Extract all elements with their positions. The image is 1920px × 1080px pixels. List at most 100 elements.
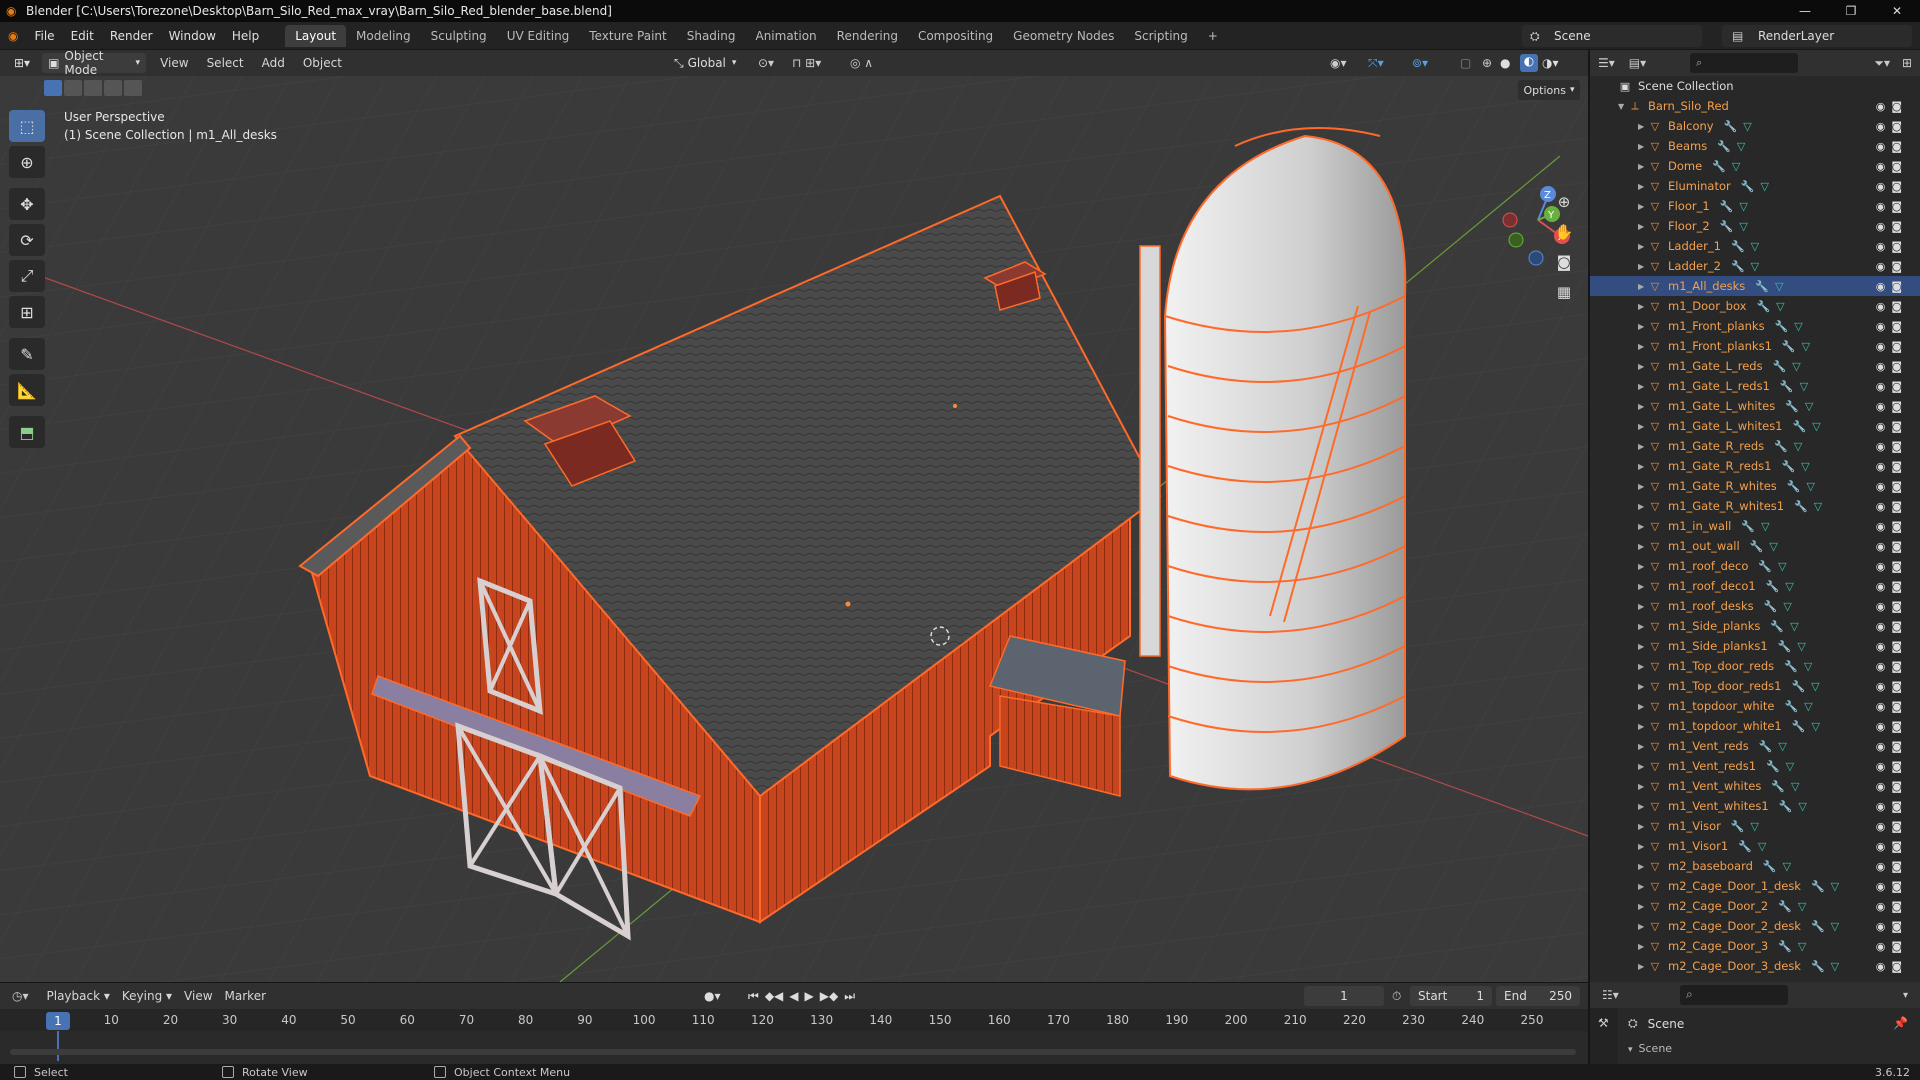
visibility-toggles[interactable]: ◉◙ (1876, 720, 1908, 733)
next-keyframe-icon[interactable]: ▶◆ (820, 989, 838, 1004)
record-icon[interactable]: ●▾ (704, 989, 721, 1003)
mesh-data-icon[interactable]: ▽ (1776, 300, 1784, 313)
visibility-toggles[interactable]: ◉◙ (1876, 640, 1908, 653)
outliner-object-row[interactable]: ▶ ▽ m1_out_wall 🔧 ▽ ◉◙ (1590, 536, 1920, 556)
expand-icon[interactable]: ▼ (1618, 102, 1628, 111)
camera-icon[interactable]: ◙ (1550, 248, 1578, 276)
outliner-object-row[interactable]: ▶ ▽ m2_Cage_Door_1_desk 🔧 ▽ ◉◙ (1590, 876, 1920, 896)
expand-icon[interactable]: ▶ (1638, 262, 1648, 271)
modifier-wrench-icon[interactable]: 🔧 (1775, 320, 1789, 333)
outliner-object-row[interactable]: ▶ ▽ Ladder_1 🔧 ▽ ◉◙ (1590, 236, 1920, 256)
modifier-wrench-icon[interactable]: 🔧 (1770, 620, 1784, 633)
expand-icon[interactable]: ▶ (1638, 602, 1648, 611)
expand-icon[interactable]: ▶ (1638, 282, 1648, 291)
expand-icon[interactable]: ▶ (1638, 362, 1648, 371)
expand-icon[interactable]: ▶ (1638, 722, 1648, 731)
expand-icon[interactable]: ▶ (1638, 582, 1648, 591)
outliner-object-row[interactable]: ▶ ▽ m1_Gate_L_reds 🔧 ▽ ◉◙ (1590, 356, 1920, 376)
modifier-wrench-icon[interactable]: 🔧 (1811, 920, 1825, 933)
stopwatch-icon[interactable]: ⏱ (1392, 989, 1401, 1004)
mesh-data-icon[interactable]: ▽ (1811, 680, 1819, 693)
mesh-data-icon[interactable]: ▽ (1751, 240, 1759, 253)
mesh-data-icon[interactable]: ▽ (1732, 160, 1740, 173)
visibility-toggles[interactable]: ◉◙ (1876, 560, 1908, 573)
play-icon[interactable]: ▶ (805, 989, 814, 1004)
outliner-object-row[interactable]: ▶ ▽ m1_Front_planks 🔧 ▽ ◉◙ (1590, 316, 1920, 336)
outliner-object-row[interactable]: ▶ ▽ m1_All_desks 🔧 ▽ ◉◙ (1590, 276, 1920, 296)
outliner-object-row[interactable]: ▶ ▽ m1_Vent_reds 🔧 ▽ ◉◙ (1590, 736, 1920, 756)
visibility-toggles[interactable]: ◉◙ (1876, 100, 1908, 113)
tab-rendering[interactable]: Rendering (827, 25, 908, 47)
mesh-data-icon[interactable]: ▽ (1785, 580, 1793, 593)
modifier-wrench-icon[interactable]: 🔧 (1763, 860, 1777, 873)
mesh-data-icon[interactable]: ▽ (1794, 320, 1802, 333)
outliner-object-row[interactable]: ▶ ▽ Dome 🔧 ▽ ◉◙ (1590, 156, 1920, 176)
visibility-toggles[interactable]: ◉◙ (1876, 180, 1908, 193)
visibility-toggles[interactable]: ◉◙ (1876, 360, 1908, 373)
shading-material-icon[interactable]: ◐ (1520, 54, 1538, 72)
modifier-wrench-icon[interactable]: 🔧 (1781, 460, 1795, 473)
tab-scripting[interactable]: Scripting (1124, 25, 1197, 47)
expand-icon[interactable]: ▶ (1638, 222, 1648, 231)
expand-icon[interactable]: ▶ (1638, 762, 1648, 771)
outliner-object-row[interactable]: ▶ ▽ Floor_1 🔧 ▽ ◉◙ (1590, 196, 1920, 216)
modifier-wrench-icon[interactable]: 🔧 (1773, 360, 1787, 373)
outliner-object-row[interactable]: ▶ ▽ m1_Gate_R_reds1 🔧 ▽ ◉◙ (1590, 456, 1920, 476)
cursor-tool-icon[interactable]: ⊕ (9, 146, 45, 178)
maximize-icon[interactable]: ❐ (1828, 0, 1874, 22)
visibility-toggles[interactable]: ◉◙ (1876, 820, 1908, 833)
mesh-data-icon[interactable]: ▽ (1797, 640, 1805, 653)
expand-icon[interactable]: ▶ (1638, 242, 1648, 251)
viewport-menu-view[interactable]: View (146, 56, 197, 70)
mesh-data-icon[interactable]: ▽ (1806, 480, 1814, 493)
outliner-object-row[interactable]: ▶ ▽ Balcony 🔧 ▽ ◉◙ (1590, 116, 1920, 136)
visibility-toggles[interactable]: ◉◙ (1876, 240, 1908, 253)
jump-end-icon[interactable]: ⏭ (844, 989, 855, 1004)
modifier-wrench-icon[interactable]: 🔧 (1780, 380, 1794, 393)
outliner-object-row[interactable]: ▶ ▽ m1_topdoor_white 🔧 ▽ ◉◙ (1590, 696, 1920, 716)
expand-icon[interactable]: ▶ (1638, 302, 1648, 311)
visibility-toggles[interactable]: ◉◙ (1876, 940, 1908, 953)
expand-icon[interactable]: ▶ (1638, 942, 1648, 951)
outliner-object-row[interactable]: ▶ ▽ m1_Front_planks1 🔧 ▽ ◉◙ (1590, 336, 1920, 356)
pivot-icon[interactable]: ⊙▾ (758, 56, 774, 70)
snap-icon[interactable]: ⊓ ⊞▾ (792, 56, 821, 70)
visibility-toggles[interactable]: ◉◙ (1876, 480, 1908, 493)
start-frame-field[interactable]: Start 1 (1410, 986, 1492, 1006)
visibility-toggles[interactable]: ◉◙ (1876, 260, 1908, 273)
modifier-wrench-icon[interactable]: 🔧 (1792, 720, 1806, 733)
shading-solid-icon[interactable]: ● (1500, 56, 1510, 70)
mesh-data-icon[interactable]: ▽ (1751, 820, 1759, 833)
mesh-data-icon[interactable]: ▽ (1786, 760, 1794, 773)
mesh-data-icon[interactable]: ▽ (1778, 560, 1786, 573)
outliner-object-row[interactable]: ▶ ▽ m1_Gate_R_whites1 🔧 ▽ ◉◙ (1590, 496, 1920, 516)
outliner-object-row[interactable]: ▶ ▽ m2_Cage_Door_2 🔧 ▽ ◉◙ (1590, 896, 1920, 916)
proportional-edit-icon[interactable]: ◎ ∧ (850, 56, 873, 70)
outliner-object-row[interactable]: ▶ ▽ m1_Top_door_reds1 🔧 ▽ ◉◙ (1590, 676, 1920, 696)
outliner-search-input[interactable]: ⌕ (1690, 53, 1798, 73)
visibility-toggles[interactable]: ◉◙ (1876, 340, 1908, 353)
visibility-toggles[interactable]: ◉◙ (1876, 440, 1908, 453)
mesh-data-icon[interactable]: ▽ (1811, 720, 1819, 733)
expand-icon[interactable]: ▶ (1638, 882, 1648, 891)
outliner-object-row[interactable]: ▶ ▽ m2_Cage_Door_3_desk 🔧 ▽ ◉◙ (1590, 956, 1920, 976)
select-box-tool-icon[interactable]: ⬚ (9, 110, 45, 142)
modifier-wrench-icon[interactable]: 🔧 (1779, 800, 1793, 813)
expand-icon[interactable]: ▶ (1638, 742, 1648, 751)
modifier-wrench-icon[interactable]: 🔧 (1712, 160, 1726, 173)
mesh-data-icon[interactable]: ▽ (1790, 620, 1798, 633)
mesh-data-icon[interactable]: ▽ (1760, 180, 1768, 193)
mesh-data-icon[interactable]: ▽ (1798, 800, 1806, 813)
timeline-scrollbar[interactable] (10, 1049, 1576, 1055)
visibility-toggles[interactable]: ◉◙ (1876, 420, 1908, 433)
mesh-data-icon[interactable]: ▽ (1783, 860, 1791, 873)
modifier-wrench-icon[interactable]: 🔧 (1741, 520, 1755, 533)
outliner-object-row[interactable]: ▶ ▽ m1_roof_desks 🔧 ▽ ◉◙ (1590, 596, 1920, 616)
expand-icon[interactable]: ▶ (1638, 162, 1648, 171)
visibility-toggles[interactable]: ◉◙ (1876, 840, 1908, 853)
tab-modeling[interactable]: Modeling (346, 25, 421, 47)
expand-icon[interactable]: ▶ (1638, 122, 1648, 131)
close-icon[interactable]: ✕ (1874, 0, 1920, 22)
timeline-menu-marker[interactable]: Marker (219, 989, 272, 1003)
timeline-menu-view[interactable]: View (178, 989, 218, 1003)
